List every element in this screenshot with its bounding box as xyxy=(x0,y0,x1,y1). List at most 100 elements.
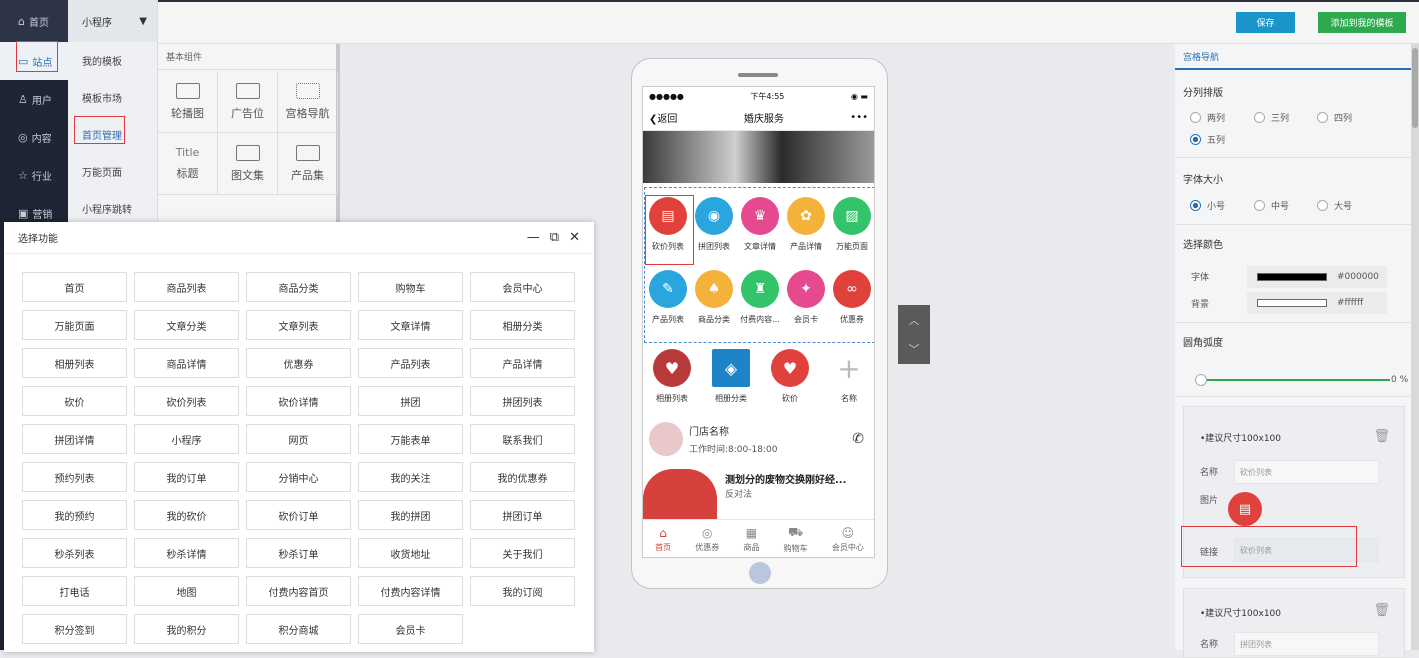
function-option[interactable]: 我的订单 xyxy=(134,462,239,492)
close-icon[interactable]: ✕ xyxy=(569,230,580,245)
radio-four-col[interactable]: 四列 xyxy=(1317,111,1352,124)
function-option[interactable]: 积分签到 xyxy=(22,614,127,644)
function-option[interactable]: 文章分类 xyxy=(134,310,239,340)
function-option[interactable]: 联系我们 xyxy=(470,424,575,454)
subnav-item-template-market[interactable]: 模板市场 xyxy=(68,79,157,116)
function-option[interactable]: 砍价订单 xyxy=(246,500,351,530)
function-option[interactable]: 砍价 xyxy=(22,386,127,416)
function-option[interactable]: 我的关注 xyxy=(358,462,463,492)
function-option[interactable]: 分销中心 xyxy=(246,462,351,492)
function-option[interactable]: 优惠券 xyxy=(246,348,351,378)
grid-nav-item[interactable]: ♥ 相册列表 xyxy=(649,349,695,404)
name-input[interactable]: 砍价列表 xyxy=(1234,460,1379,484)
maximize-icon[interactable]: ⧉ xyxy=(550,230,559,245)
grid-nav-item[interactable]: ◉ 拼团列表 xyxy=(691,197,737,252)
tile-ad[interactable]: 广告位 xyxy=(218,71,278,133)
function-option[interactable]: 相册列表 xyxy=(22,348,127,378)
function-option[interactable]: 地图 xyxy=(134,576,239,606)
function-option[interactable]: 首页 xyxy=(22,272,127,302)
function-option[interactable]: 文章详情 xyxy=(358,310,463,340)
name-input[interactable]: 拼团列表 xyxy=(1234,632,1379,656)
item-image[interactable]: ▤ xyxy=(1228,492,1262,526)
settings-tab[interactable]: 宫格导航 xyxy=(1175,44,1411,70)
phone-call-icon[interactable]: ✆ xyxy=(852,431,864,447)
function-option[interactable]: 我的砍价 xyxy=(134,500,239,530)
radio-two-col[interactable]: 两列 xyxy=(1190,111,1225,124)
function-option[interactable]: 我的拼团 xyxy=(358,500,463,530)
add-to-templates-button[interactable]: 添加到我的模板 xyxy=(1318,12,1406,33)
settings-scrollbar[interactable] xyxy=(1411,44,1419,650)
tile-grid-nav[interactable]: 宫格导航 xyxy=(278,71,338,133)
function-option[interactable]: 关于我们 xyxy=(470,538,575,568)
nav-item-industry[interactable]: ☆ 行业 xyxy=(0,156,68,194)
function-option[interactable]: 会员卡 xyxy=(358,614,463,644)
grid-nav-item[interactable]: + 名称 xyxy=(826,349,872,404)
function-option[interactable]: 拼团 xyxy=(358,386,463,416)
function-option[interactable]: 付费内容详情 xyxy=(358,576,463,606)
tab-coupon[interactable]: ◎ 优惠券 xyxy=(695,526,719,553)
tile-title[interactable]: Title 标题 xyxy=(158,133,218,195)
save-button[interactable]: 保存 xyxy=(1236,12,1295,33)
grid-nav-item[interactable]: ♠ 商品分类 xyxy=(691,270,737,325)
subnav-item-universal-page[interactable]: 万能页面 xyxy=(68,153,157,190)
function-option[interactable]: 我的积分 xyxy=(134,614,239,644)
function-option[interactable]: 商品列表 xyxy=(134,272,239,302)
grid-nav-item[interactable]: ✦ 会员卡 xyxy=(783,270,829,325)
function-option[interactable]: 万能页面 xyxy=(22,310,127,340)
tab-cart[interactable]: ⛟ 购物车 xyxy=(784,525,808,554)
function-option[interactable]: 秒杀详情 xyxy=(134,538,239,568)
function-option[interactable]: 拼团详情 xyxy=(22,424,127,454)
subnav-item-my-templates[interactable]: 我的模板 xyxy=(68,42,157,79)
trash-icon[interactable]: 🗑 xyxy=(1373,429,1390,444)
grid-nav-item[interactable]: ▨ 万能页面 xyxy=(829,197,874,252)
font-color-picker[interactable]: #000000 xyxy=(1247,266,1387,288)
function-option[interactable]: 小程序 xyxy=(134,424,239,454)
function-option[interactable]: 积分商城 xyxy=(246,614,351,644)
article-item[interactable]: 测划分的废物交换刚好经... 反对法 xyxy=(643,469,874,519)
function-option[interactable]: 我的预约 xyxy=(22,500,127,530)
back-button[interactable]: ❮返回 xyxy=(649,110,677,125)
function-option[interactable]: 相册分类 xyxy=(470,310,575,340)
function-option[interactable]: 会员中心 xyxy=(470,272,575,302)
radio-font-large[interactable]: 大号 xyxy=(1317,199,1352,212)
subnav-dropdown[interactable]: 小程序 ▼ xyxy=(68,0,157,42)
radius-slider-handle[interactable] xyxy=(1195,374,1207,386)
function-option[interactable]: 商品分类 xyxy=(246,272,351,302)
radio-font-medium[interactable]: 中号 xyxy=(1254,199,1289,212)
grid-nav-item[interactable]: ♜ 付费内容... xyxy=(737,270,783,325)
function-option[interactable]: 我的订阅 xyxy=(470,576,575,606)
grid-nav-item[interactable]: ✿ 产品详情 xyxy=(783,197,829,252)
function-option[interactable]: 文章列表 xyxy=(246,310,351,340)
radio-font-small[interactable]: 小号 xyxy=(1190,199,1225,212)
nav-item-content[interactable]: ◎ 内容 xyxy=(0,118,68,156)
radio-three-col[interactable]: 三列 xyxy=(1254,111,1289,124)
function-option[interactable]: 打电话 xyxy=(22,576,127,606)
function-option[interactable]: 拼团列表 xyxy=(470,386,575,416)
function-option[interactable]: 拼团订单 xyxy=(470,500,575,530)
function-option[interactable]: 秒杀列表 xyxy=(22,538,127,568)
radio-five-col[interactable]: 五列 xyxy=(1190,133,1225,146)
scrollbar-thumb[interactable] xyxy=(1412,48,1418,128)
grid-nav-item[interactable]: ▤ 砍价列表 xyxy=(645,197,691,252)
nav-item-user[interactable]: ♙ 用户 xyxy=(0,80,68,118)
tab-member[interactable]: ☺ 会员中心 xyxy=(832,526,864,553)
function-option[interactable]: 万能表单 xyxy=(358,424,463,454)
function-option[interactable]: 收货地址 xyxy=(358,538,463,568)
function-option[interactable]: 商品详情 xyxy=(134,348,239,378)
function-option[interactable]: 砍价列表 xyxy=(134,386,239,416)
more-icon[interactable]: ••• xyxy=(850,112,868,123)
bg-color-picker[interactable]: #ffffff xyxy=(1247,292,1387,314)
trash-icon[interactable]: 🗑 xyxy=(1373,603,1390,618)
grid-nav-item[interactable]: ✎ 产品列表 xyxy=(645,270,691,325)
function-option[interactable]: 产品详情 xyxy=(470,348,575,378)
tab-home[interactable]: ⌂ 首页 xyxy=(655,526,671,553)
grid-nav-item[interactable]: ∞ 优惠券 xyxy=(829,270,874,325)
minimize-icon[interactable]: — xyxy=(527,230,540,245)
tile-carousel[interactable]: 轮播图 xyxy=(158,71,218,133)
function-option[interactable]: 网页 xyxy=(246,424,351,454)
function-option[interactable]: 付费内容首页 xyxy=(246,576,351,606)
function-option[interactable]: 预约列表 xyxy=(22,462,127,492)
tab-goods[interactable]: ▦ 商品 xyxy=(743,526,759,553)
tile-image-text[interactable]: 图文集 xyxy=(218,133,278,195)
chevron-up-icon[interactable]: ︿ xyxy=(909,312,920,328)
